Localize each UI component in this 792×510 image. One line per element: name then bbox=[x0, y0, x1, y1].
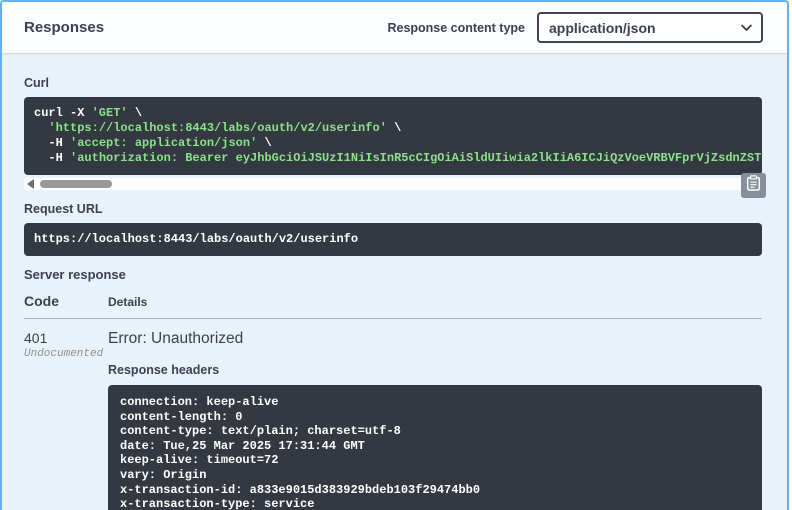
request-url-value: https://localhost:8443/labs/oauth/v2/use… bbox=[24, 223, 762, 256]
copy-to-clipboard-button[interactable] bbox=[741, 173, 766, 198]
response-content-type-label: Response content type bbox=[387, 20, 525, 35]
response-table-row: 401 Undocumented Error: Unauthorized Res… bbox=[24, 330, 762, 510]
responses-section-header: Responses Response content type applicat… bbox=[2, 2, 787, 53]
response-content-type-select-wrap: application/json bbox=[537, 12, 763, 43]
code-column-header: Code bbox=[24, 293, 59, 309]
status-code: 401 bbox=[24, 330, 48, 346]
response-details-cell: Error: Unauthorized Response headers con… bbox=[108, 330, 762, 510]
request-url-label: Request URL bbox=[24, 202, 103, 216]
curl-code-block[interactable]: curl -X 'GET' \ 'https://localhost:8443/… bbox=[24, 97, 762, 175]
clipboard-icon bbox=[746, 175, 761, 196]
responses-title: Responses bbox=[24, 19, 105, 36]
status-code-cell: 401 Undocumented bbox=[24, 330, 108, 510]
server-response-label: Server response bbox=[24, 267, 126, 282]
responses-panel: Responses Response content type applicat… bbox=[0, 0, 789, 510]
undocumented-badge: Undocumented bbox=[24, 348, 104, 360]
response-message: Error: Unauthorized bbox=[108, 330, 244, 347]
responses-body: Curl curl -X 'GET' \ 'https://localhost:… bbox=[2, 53, 787, 510]
content-type-controls: Response content type application/json bbox=[387, 12, 763, 43]
scrollbar-thumb[interactable] bbox=[40, 180, 112, 188]
response-headers-block: connection: keep-alive content-length: 0… bbox=[108, 385, 762, 510]
response-headers-label: Response headers bbox=[108, 363, 220, 377]
response-content-type-select[interactable]: application/json bbox=[537, 12, 763, 43]
curl-horizontal-scrollbar[interactable] bbox=[24, 178, 762, 190]
curl-block-wrap: curl -X 'GET' \ 'https://localhost:8443/… bbox=[24, 97, 766, 198]
scroll-left-arrow-icon[interactable] bbox=[27, 179, 34, 189]
curl-label: Curl bbox=[24, 76, 49, 90]
details-column-header: Details bbox=[108, 295, 148, 309]
response-table-header: Code Details bbox=[24, 293, 762, 319]
